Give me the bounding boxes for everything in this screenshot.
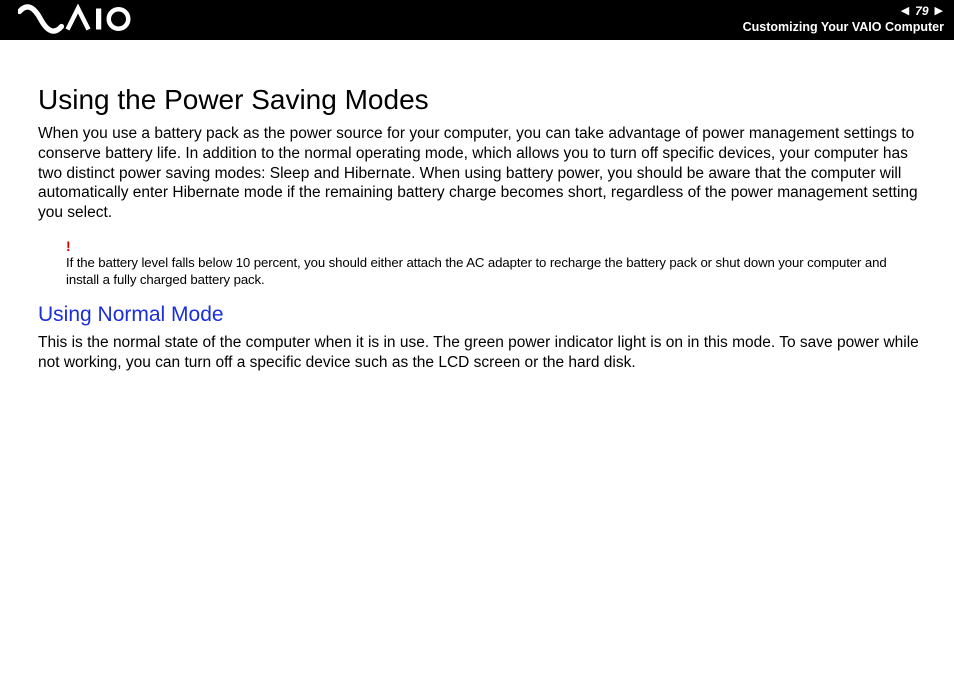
page-nav: ◀ 79 ▶ bbox=[743, 2, 944, 20]
prev-page-arrow-icon[interactable]: ◀ bbox=[900, 4, 910, 18]
warning-note: ! If the battery level falls below 10 pe… bbox=[66, 239, 920, 289]
intro-paragraph: When you use a battery pack as the power… bbox=[38, 124, 920, 223]
vaio-logo bbox=[18, 4, 168, 34]
normal-mode-paragraph: This is the normal state of the computer… bbox=[38, 333, 920, 373]
header-bar: ◀ 79 ▶ Customizing Your VAIO Computer bbox=[0, 0, 954, 40]
header-breadcrumb: Customizing Your VAIO Computer bbox=[743, 20, 944, 34]
warning-text: If the battery level falls below 10 perc… bbox=[66, 255, 920, 289]
warning-icon: ! bbox=[66, 239, 920, 253]
page-number: 79 bbox=[913, 4, 930, 18]
header-right: ◀ 79 ▶ Customizing Your VAIO Computer bbox=[743, 2, 944, 34]
normal-mode-heading: Using Normal Mode bbox=[38, 303, 920, 327]
page-content: Using the Power Saving Modes When you us… bbox=[0, 40, 954, 373]
next-page-arrow-icon[interactable]: ▶ bbox=[934, 4, 944, 18]
page-title: Using the Power Saving Modes bbox=[38, 84, 920, 116]
